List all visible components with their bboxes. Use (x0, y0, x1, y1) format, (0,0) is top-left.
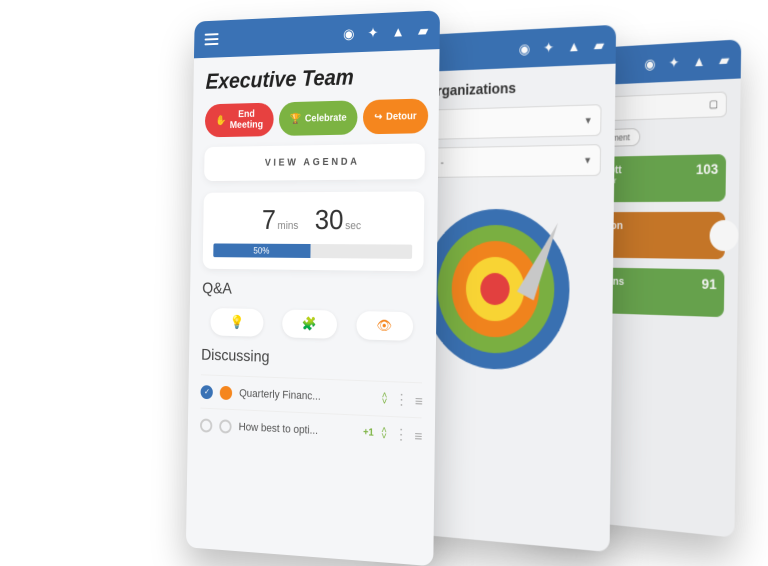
qa-lightbulb-button[interactable]: 💡 (211, 308, 264, 337)
trophy-icon: 🏆 (290, 113, 301, 124)
qa-actions: 💡 🧩 👁 (202, 308, 423, 341)
calendar-icon: ▢ (709, 99, 718, 111)
chevron-up-icon[interactable]: ˄˅ (382, 393, 388, 405)
timer-mins: 7 (262, 204, 276, 235)
timer-secs: 30 (315, 204, 344, 235)
end-meeting-button[interactable]: ✋End Meeting (205, 103, 274, 138)
lightbulb-icon[interactable]: ◉ (644, 55, 655, 73)
bell-icon[interactable]: ▲ (567, 38, 580, 55)
progress-bar: 50% (213, 243, 412, 258)
user-icon[interactable]: ▰ (418, 22, 429, 40)
view-agenda-button[interactable]: VIEW AGENDA (204, 143, 425, 181)
action-pills: ✋End Meeting 🏆Celebrate ↪Detour (205, 98, 426, 137)
puzzle-icon[interactable]: ✦ (543, 39, 554, 57)
detour-icon: ↪ (374, 111, 382, 122)
qa-puzzle-button[interactable]: 🧩 (282, 309, 337, 338)
eye-icon: 👁 (376, 318, 392, 335)
status-dot-icon (220, 385, 233, 399)
chevron-down-icon: ▾ (585, 114, 590, 127)
discussing-title: Discussing (201, 347, 422, 372)
more-icon[interactable]: ⋮ (395, 391, 408, 409)
celebrate-button[interactable]: 🏆Celebrate (279, 100, 358, 136)
puzzle-icon[interactable]: ✦ (367, 24, 378, 42)
bell-icon[interactable]: ▲ (391, 23, 404, 40)
user-icon[interactable]: ▰ (719, 51, 730, 69)
bullseye-chart (422, 209, 570, 373)
plus-badge: +1 (363, 427, 374, 439)
menu-icon[interactable] (204, 30, 218, 48)
chevron-up-icon[interactable]: ˄˅ (381, 427, 387, 440)
status-dot-icon (219, 419, 232, 433)
lightbulb-icon: 💡 (230, 314, 245, 330)
bell-icon[interactable]: ▲ (692, 53, 705, 70)
chevron-down-icon: ▾ (585, 154, 590, 167)
more-icon[interactable]: ⋮ (394, 425, 407, 443)
lightbulb-icon[interactable]: ◉ (343, 25, 355, 42)
page-title: Executive Team (205, 62, 425, 95)
lightbulb-icon[interactable]: ◉ (519, 40, 531, 58)
phone-meeting: ◉ ✦ ▲ ▰ Executive Team ✋End Meeting 🏆Cel… (186, 10, 440, 566)
timer-card: 7mins 30sec 50% (203, 191, 425, 271)
qa-eye-button[interactable]: 👁 (356, 311, 413, 341)
puzzle-icon: 🧩 (302, 316, 317, 332)
progress-fill: 50% (213, 243, 310, 258)
detour-button[interactable]: ↪Detour (363, 98, 428, 134)
stop-icon: ✋ (215, 115, 226, 126)
puzzle-icon[interactable]: ✦ (668, 54, 679, 72)
status-dot-icon (201, 385, 213, 399)
drag-icon[interactable]: ≡ (415, 392, 422, 409)
status-dot-icon (200, 418, 212, 432)
user-icon[interactable]: ▰ (594, 36, 605, 54)
qa-title: Q&A (202, 280, 423, 302)
drag-icon[interactable]: ≡ (414, 427, 421, 444)
